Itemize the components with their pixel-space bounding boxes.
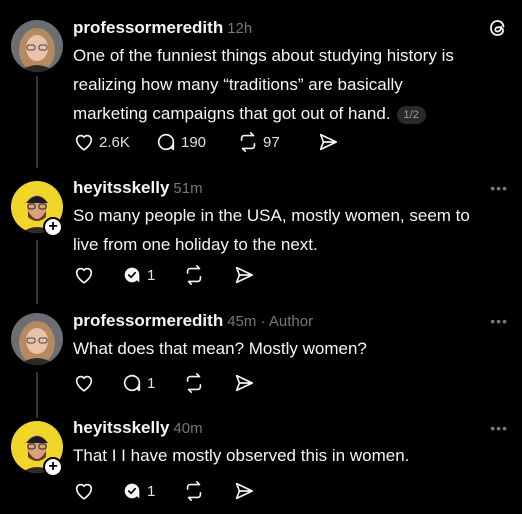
action-bar: 2.6K 190 97 [73,131,339,153]
username[interactable]: professormeredith [73,311,223,330]
share-icon [233,480,255,502]
repost-count: 97 [263,133,280,151]
repost-icon [183,372,205,394]
body-line: What does that mean? Mostly women? [73,339,367,358]
post-body: That I I have mostly observed this in wo… [73,441,513,470]
repost-button[interactable] [183,480,233,502]
repost-icon [183,480,205,502]
like-button[interactable]: 2.6K [73,131,155,153]
reply-button[interactable]: 190 [155,131,237,153]
follow-plus-icon[interactable]: + [43,217,63,237]
reply-count: 1 [147,266,156,284]
post-header: professormeredith 12h [73,18,252,38]
heart-icon [73,480,95,502]
reply-button[interactable]: 1 [121,480,183,502]
share-icon [233,264,255,286]
repost-icon [237,131,259,153]
comment-filled-icon [121,480,143,502]
heart-icon [73,264,95,286]
more-icon[interactable]: ••• [490,313,508,329]
timestamp: 51m [173,180,203,197]
reply-count: 1 [147,482,156,500]
share-button[interactable] [317,131,339,153]
post-header: professormeredith 45m · Author [73,311,313,331]
timestamp: 40m [173,420,203,437]
share-icon [233,372,255,394]
action-bar: 1 [73,480,255,502]
repost-button[interactable]: 97 [237,131,317,153]
reply-button[interactable]: 1 [121,372,183,394]
like-button[interactable] [73,480,121,502]
post-header: heyitsskelly 51m [73,178,203,198]
body-line: live from one holiday to the next. [73,235,318,254]
body-line: That I I have mostly observed this in wo… [73,446,410,465]
thread-line [36,372,38,418]
body-line-text: marketing campaigns that got out of hand… [73,104,391,123]
repost-icon [183,264,205,286]
more-icon[interactable]: ••• [490,180,508,196]
timestamp: 45m · Author [227,313,314,330]
share-button[interactable] [233,372,255,394]
follow-plus-icon[interactable]: + [43,457,63,477]
body-line: realizing how many “traditions” are basi… [73,75,403,94]
post-body: So many people in the USA, mostly women,… [73,201,513,259]
post-body: One of the funniest things about studyin… [73,41,513,128]
repost-button[interactable] [183,264,233,286]
threads-logo-icon[interactable] [488,17,508,44]
like-button[interactable] [73,372,121,394]
like-button[interactable] [73,264,121,286]
comment-filled-icon [121,264,143,286]
post-body: What does that mean? Mostly women? [73,334,513,363]
username[interactable]: heyitsskelly [73,418,169,437]
more-icon[interactable]: ••• [490,420,508,436]
share-icon [317,131,339,153]
heart-icon [73,372,95,394]
repost-button[interactable] [183,372,233,394]
share-button[interactable] [233,264,255,286]
action-bar: 1 [73,264,255,286]
reply-count: 1 [147,374,156,392]
avatar[interactable] [11,313,63,365]
comment-icon [121,372,143,394]
thread-line [36,76,38,168]
body-line: So many people in the USA, mostly women,… [73,206,470,225]
share-button[interactable] [233,480,255,502]
comment-icon [155,131,177,153]
heart-icon [73,131,95,153]
username[interactable]: heyitsskelly [73,178,169,197]
reply-count: 190 [181,133,207,151]
post-header: heyitsskelly 40m [73,418,203,438]
timestamp: 12h [227,20,253,37]
thread-line [36,240,38,304]
username[interactable]: professormeredith [73,18,223,37]
body-line: One of the funniest things about studyin… [73,46,454,65]
reply-button[interactable]: 1 [121,264,183,286]
body-line: marketing campaigns that got out of hand… [73,99,513,128]
like-count: 2.6K [99,133,130,151]
page-indicator: 1/2 [396,105,426,124]
avatar[interactable] [11,20,63,72]
action-bar: 1 [73,372,255,394]
